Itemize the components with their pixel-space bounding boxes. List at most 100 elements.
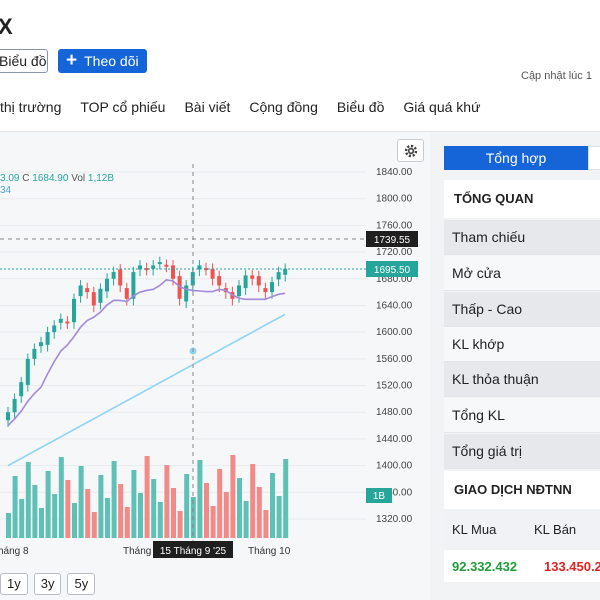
candle-body xyxy=(263,288,268,293)
candle-body xyxy=(250,275,255,279)
overview-row-reference: Tham chiếu xyxy=(444,220,600,255)
sell-volume-label: KL Bán xyxy=(534,521,577,537)
follow-button[interactable]: + Theo dõi xyxy=(58,49,147,73)
volume-tag: 1B xyxy=(366,488,392,503)
candle-body xyxy=(6,412,10,421)
ohlc-low-value: 3.09 xyxy=(0,173,20,184)
volume-bar xyxy=(204,483,209,538)
ohlc-vol-label: Vol xyxy=(71,173,86,184)
y-tick-label: 1840.00 xyxy=(376,167,413,178)
candle-body xyxy=(164,264,169,267)
candle-body xyxy=(91,292,96,306)
sell-volume-value: 133.450.2 xyxy=(544,558,600,574)
volume-bar xyxy=(25,462,31,538)
tab-summary[interactable]: Tổng hợp xyxy=(444,146,588,170)
volume-bar xyxy=(65,480,71,538)
nav-item-top-stocks[interactable]: TOP cổ phiếu xyxy=(80,92,165,122)
candle-body xyxy=(58,318,63,323)
y-tick-label: 1760.00 xyxy=(376,220,413,231)
volume-bar xyxy=(256,487,262,538)
candle-body xyxy=(19,382,24,397)
volume-bar xyxy=(98,475,104,538)
candle-body xyxy=(210,268,215,279)
y-tick-label: 1400.00 xyxy=(376,461,413,472)
range-5y-button[interactable]: 5y xyxy=(67,573,96,595)
volume-bar xyxy=(151,479,157,538)
volume-bar xyxy=(111,461,117,538)
candlesticks xyxy=(6,256,288,427)
crosshair-price-label: 1739.55 xyxy=(374,235,411,246)
volume-bars xyxy=(6,455,289,538)
y-tick-label: 1520.00 xyxy=(376,381,413,392)
volume-bar xyxy=(131,470,137,538)
candle-body xyxy=(85,288,90,293)
range-1y-button[interactable]: 1y xyxy=(0,573,28,595)
candle-body xyxy=(171,265,175,279)
ohlc-close-label: C xyxy=(22,173,30,184)
overview-row-total-value: Tổng giá trị xyxy=(444,434,600,469)
nav-item-articles[interactable]: Bài viết xyxy=(184,92,230,122)
range-3y-button[interactable]: 3y xyxy=(33,573,62,595)
page-title: X xyxy=(0,14,13,39)
volume-bar xyxy=(177,511,183,538)
last-price-tag: 1695.50 xyxy=(366,261,418,277)
candle-body xyxy=(124,288,129,299)
last-price-label: 1695.50 xyxy=(374,265,411,276)
chart-settings-button[interactable] xyxy=(397,139,424,162)
volume-bar xyxy=(164,465,170,538)
nav-item-market[interactable]: thị trường xyxy=(0,92,61,122)
chart-button[interactable]: Biểu đồ xyxy=(0,49,48,73)
volume-bar xyxy=(283,459,289,538)
gear-icon xyxy=(404,144,417,157)
price-chart[interactable]: 1840.001800.001760.001720.001680.001640.… xyxy=(0,132,430,600)
nav-item-community[interactable]: Cộng đồng xyxy=(249,92,318,122)
candle-body xyxy=(151,265,156,269)
candle-body xyxy=(98,288,103,303)
volume-bar xyxy=(223,492,229,538)
y-tick-label: 1720.00 xyxy=(376,247,413,258)
crosshair-price-tag: 1739.55 xyxy=(366,231,418,247)
y-axis: 1840.001800.001760.001720.001680.001640.… xyxy=(376,167,413,525)
y-tick-label: 1440.00 xyxy=(376,434,413,445)
volume-bar xyxy=(217,469,223,538)
volume-bar xyxy=(39,508,44,538)
volume-bar xyxy=(171,488,176,538)
candle-body xyxy=(78,285,83,297)
overview-row-low-high: Thấp - Cao xyxy=(444,292,600,327)
follow-button-label: Theo dõi xyxy=(84,53,139,69)
buy-volume-label: KL Mua xyxy=(452,521,497,537)
candle-body xyxy=(65,321,70,324)
nav-item-charts[interactable]: Biểu đồ xyxy=(337,92,384,122)
candle-body xyxy=(52,325,57,333)
crosshair-date-label: 15 Tháng 9 '25 xyxy=(160,546,227,557)
candle-body xyxy=(157,262,162,265)
candle-body xyxy=(184,285,189,302)
buy-volume-value: 92.332.432 xyxy=(452,558,518,574)
volume-bar xyxy=(32,485,38,538)
nav-item-history[interactable]: Giá quá khứ xyxy=(403,92,480,122)
volume-bar xyxy=(230,455,236,538)
tab-next[interactable] xyxy=(588,146,600,170)
candle-body xyxy=(12,398,17,413)
volume-bar xyxy=(85,489,91,538)
chart-grid xyxy=(0,171,366,520)
overview-heading: TỔNG QUAN xyxy=(444,180,600,218)
candle-body xyxy=(45,332,50,345)
volume-tag-label: 1B xyxy=(373,491,386,502)
foreign-trading-header-row: KL Mua KL Bán xyxy=(444,510,600,548)
candle-body xyxy=(256,276,261,286)
ma-short-line xyxy=(7,279,286,427)
x-label-sep: Tháng xyxy=(123,546,151,557)
volume-bar xyxy=(6,513,11,538)
volume-bar xyxy=(276,496,282,538)
ohlc-vol-value: 1,12B xyxy=(87,173,115,184)
volume-bar xyxy=(184,474,190,538)
candle-body xyxy=(25,358,30,385)
volume-bar xyxy=(105,498,110,538)
candle-body xyxy=(270,282,274,293)
candle-body xyxy=(105,278,109,292)
updated-timestamp: Cập nhật lúc 1 xyxy=(521,70,592,82)
volume-bar xyxy=(58,457,64,538)
candle-body xyxy=(39,342,43,347)
volume-bar xyxy=(19,499,25,538)
